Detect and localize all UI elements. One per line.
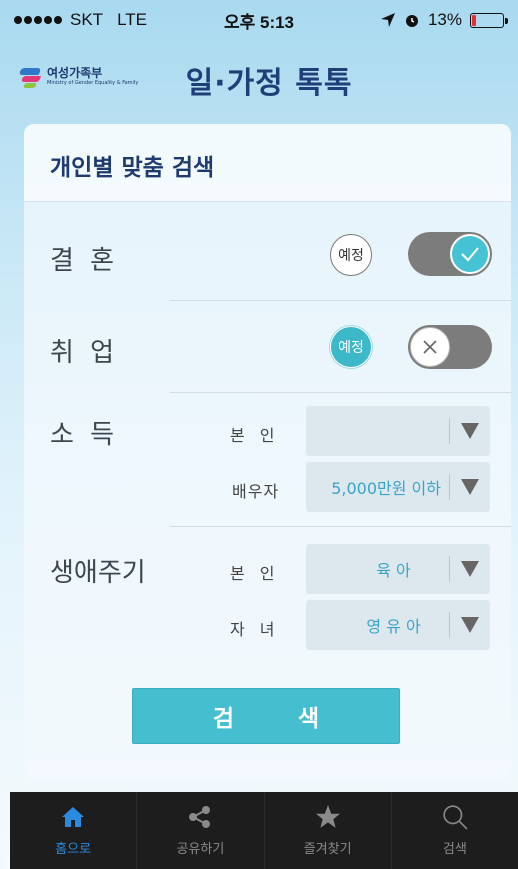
lifecycle-child-label: 자 녀 (230, 620, 280, 639)
income-self-label: 본 인 (230, 426, 280, 445)
toggle-knob (410, 327, 450, 367)
row-divider (170, 526, 511, 527)
battery-percent: 13% (427, 10, 462, 29)
row-divider (170, 300, 511, 301)
income-self-select[interactable] (306, 406, 490, 456)
tab-share[interactable]: 공유하기 (136, 792, 263, 869)
network-label: LTE (117, 10, 147, 29)
income-label: 소 득 (50, 420, 119, 450)
bottom-tab-bar: 홈으로 공유하기 즐겨찾기 검색 (10, 792, 518, 869)
marriage-planned-tag[interactable]: 예정 (330, 234, 372, 276)
tab-share-label: 공유하기 (176, 842, 225, 857)
income-spouse-label: 배우자 (232, 482, 280, 501)
battery-icon (470, 12, 508, 28)
marriage-label: 결 혼 (50, 246, 119, 276)
close-icon (423, 340, 437, 354)
tab-home[interactable]: 홈으로 (10, 792, 136, 869)
income-spouse-select[interactable]: 5,000만원 이하 (306, 462, 490, 512)
dropdown-arrow-icon (450, 423, 490, 439)
star-icon (315, 805, 340, 828)
dropdown-arrow-icon (450, 617, 490, 633)
status-right: 13% (380, 10, 508, 30)
status-left: SKT LTE (14, 10, 147, 30)
marriage-toggle[interactable] (408, 232, 492, 276)
app-header: 여성가족부 Ministry of Gender Equality & Fami… (0, 40, 518, 124)
custom-search-card: 개인별 맞춤 검색 결 혼 예정 취 업 예정 소 득 본 인 배우자 5,00… (24, 124, 511, 778)
income-spouse-value: 5,000만원 이하 (331, 479, 441, 498)
tab-search-label: 검색 (442, 842, 467, 857)
lifecycle-child-value: 영 유 아 (366, 617, 421, 636)
toggle-knob (450, 234, 490, 274)
employment-planned-tag[interactable]: 예정 (330, 326, 372, 368)
share-icon (189, 806, 211, 828)
carrier-label: SKT (70, 10, 104, 29)
app-title: 일·가정 톡톡 (185, 66, 353, 101)
dropdown-arrow-icon (450, 561, 490, 577)
tab-favorites-label: 즐겨찾기 (303, 842, 352, 857)
signal-strength-icon (14, 16, 62, 24)
card-header: 개인별 맞춤 검색 (24, 124, 511, 202)
tab-search[interactable]: 검색 (390, 792, 518, 869)
lifecycle-label: 생애주기 (50, 558, 146, 588)
alarm-icon (405, 15, 418, 27)
dropdown-arrow-icon (450, 479, 490, 495)
tab-home-label: 홈으로 (55, 842, 92, 857)
employment-toggle[interactable] (408, 325, 492, 369)
employment-label: 취 업 (50, 338, 119, 368)
card-title: 개인별 맞춤 검색 (50, 155, 215, 181)
location-arrow-icon (380, 13, 395, 27)
status-bar: SKT LTE 오후 5:13 13% (0, 0, 518, 40)
lifecycle-self-label: 본 인 (230, 564, 280, 583)
lifecycle-self-select[interactable]: 육 아 (306, 544, 490, 594)
lifecycle-child-select[interactable]: 영 유 아 (306, 600, 490, 650)
search-button[interactable]: 검 색 (132, 688, 400, 744)
battery-level-fill (472, 14, 476, 26)
home-icon (62, 807, 85, 827)
check-icon (461, 247, 479, 262)
lifecycle-self-value: 육 아 (376, 561, 411, 580)
row-divider (170, 392, 511, 393)
tab-favorites[interactable]: 즐겨찾기 (263, 792, 391, 869)
search-icon (443, 805, 468, 830)
